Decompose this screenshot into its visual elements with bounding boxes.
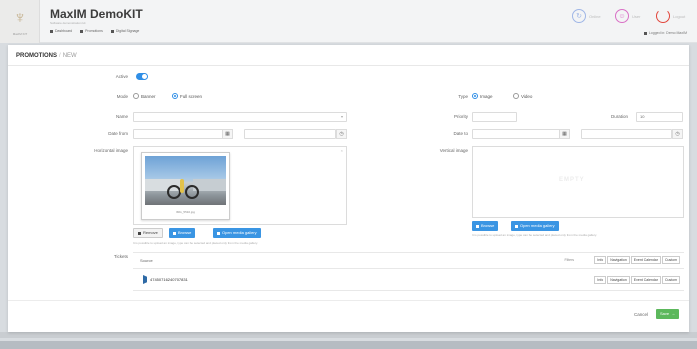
tickets-label: Tickets xyxy=(113,254,128,259)
user-icon: ☺ xyxy=(615,9,629,23)
sync-icon: ↻ xyxy=(572,9,586,23)
tickets-table: Source Filters Info Navigation Event Cal… xyxy=(133,252,684,292)
divider xyxy=(8,300,689,301)
ticket-icon xyxy=(143,275,147,284)
thumbnail-image xyxy=(145,156,226,205)
source-column-header: Source xyxy=(140,258,153,263)
logo[interactable]: ♆ MaxIM KIT xyxy=(0,0,40,43)
duration-input[interactable]: 10 xyxy=(636,112,683,122)
ticket-code: 47450716240707831 xyxy=(150,277,188,282)
browse-vertical-button[interactable]: Browse xyxy=(472,221,499,231)
nav-dashboard[interactable]: Dashboard xyxy=(50,29,72,33)
type-radio-video[interactable]: Video xyxy=(513,93,532,99)
browse-horizontal-button[interactable]: Browse xyxy=(169,228,196,238)
time-to-input[interactable] xyxy=(581,129,672,139)
background-streak xyxy=(0,332,697,338)
active-switch[interactable] xyxy=(136,73,148,80)
date-to-input[interactable] xyxy=(472,129,560,139)
promotions-icon xyxy=(80,29,84,33)
mode-radio-fullscreen[interactable]: Full screen xyxy=(172,93,202,99)
name-input[interactable]: ▾ xyxy=(133,112,347,122)
folder-icon xyxy=(476,224,479,228)
dropdown-icon: ▾ xyxy=(340,114,343,119)
row-filter-buttons: Info Navigation Event Calendar Custom xyxy=(594,276,680,284)
filter-event-calendar-button[interactable]: Event Calendar xyxy=(630,256,661,264)
empty-placeholder: EMPTY xyxy=(559,177,585,183)
vertical-image-dropzone[interactable]: EMPTY xyxy=(472,146,684,218)
user-button[interactable]: ☺ User xyxy=(615,9,640,23)
filter-custom-button[interactable]: Custom xyxy=(661,256,680,264)
date-from-label: Date from xyxy=(108,131,128,136)
logo-icon: ♆ xyxy=(13,8,27,27)
table-row[interactable]: 47450716240707831 Info Navigation Event … xyxy=(133,269,684,291)
dashboard-icon xyxy=(50,29,53,33)
logo-subtitle: MaxIM KIT xyxy=(12,32,28,36)
media-gallery-horizontal-button[interactable]: Open media gallery xyxy=(213,228,261,238)
vertical-image-label: Vertical image xyxy=(439,148,468,153)
breadcrumb-current: NEW xyxy=(62,53,77,59)
horizontal-image-dropzone[interactable]: × IMG_5510.jpg xyxy=(133,146,347,225)
promotion-form-panel: PROMOTIONS / NEW Active Mode Banner Full s… xyxy=(8,45,689,332)
user-info: Logged in: Demo MaxIM xyxy=(643,31,687,35)
duration-label: Duration xyxy=(610,114,628,119)
name-label: Name xyxy=(115,114,128,119)
breadcrumb: PROMOTIONS / NEW xyxy=(16,53,77,59)
app-title: MaxIM DemoKIT xyxy=(50,7,143,21)
calendar-icon[interactable]: ▦ xyxy=(559,129,570,139)
arrow-right-icon: → xyxy=(671,311,676,316)
signage-icon xyxy=(110,29,114,33)
clock-icon[interactable]: ◷ xyxy=(672,129,683,139)
time-from-input[interactable] xyxy=(244,129,336,139)
date-to-label: Date to xyxy=(453,131,468,136)
breadcrumb-root[interactable]: PROMOTIONS xyxy=(16,53,57,59)
mode-label: Mode xyxy=(116,94,128,99)
horizontal-image-thumbnail[interactable]: IMG_5510.jpg xyxy=(141,152,230,220)
row-navigation-button[interactable]: Navigation xyxy=(607,276,630,284)
thumbnail-caption: IMG_5510.jpg xyxy=(176,210,195,214)
row-custom-button[interactable]: Custom xyxy=(661,276,680,284)
online-button[interactable]: ↻ Online xyxy=(572,9,601,23)
mode-radio-banner[interactable]: Banner xyxy=(133,93,156,99)
power-icon xyxy=(656,9,670,23)
divider xyxy=(8,65,689,66)
background-streak xyxy=(0,341,697,349)
image-icon xyxy=(515,224,518,228)
nav-digital-signage[interactable]: Digital Signage xyxy=(110,29,139,33)
tickets-header-row: Source Filters Info Navigation Event Cal… xyxy=(133,253,684,269)
priority-label: Priority xyxy=(453,114,468,119)
row-event-calendar-button[interactable]: Event Calendar xyxy=(630,276,661,284)
save-button[interactable]: Save → xyxy=(656,309,680,319)
trash-icon xyxy=(138,231,141,235)
filter-info-button[interactable]: Info xyxy=(594,256,607,264)
clock-icon[interactable]: ◷ xyxy=(336,129,347,139)
active-label: Active xyxy=(115,74,128,79)
header-filter-buttons: Info Navigation Event Calendar Custom xyxy=(594,256,680,264)
image-icon xyxy=(217,231,220,235)
vertical-help-text: It is possible to upload an image, type … xyxy=(472,233,598,237)
app-header: ♆ MaxIM KIT MaxIM DemoKIT Software demon… xyxy=(0,0,697,43)
cancel-button[interactable]: Cancel xyxy=(634,312,648,317)
main-nav: Dashboard Promotions Digital Signage xyxy=(50,29,139,33)
folder-icon xyxy=(173,231,176,235)
user-small-icon xyxy=(643,31,647,35)
priority-input[interactable] xyxy=(472,112,517,122)
filter-navigation-button[interactable]: Navigation xyxy=(607,256,630,264)
media-gallery-vertical-button[interactable]: Open media gallery xyxy=(511,221,559,231)
close-icon[interactable]: × xyxy=(341,148,343,153)
date-from-input[interactable] xyxy=(133,129,223,139)
filters-label: Filters xyxy=(564,258,574,262)
nav-promotions[interactable]: Promotions xyxy=(80,29,103,33)
horizontal-image-label: Horizontal image xyxy=(94,148,128,153)
row-info-button[interactable]: Info xyxy=(594,276,607,284)
logout-button[interactable]: Logout xyxy=(656,9,685,23)
remove-button[interactable]: Remove xyxy=(133,228,163,238)
type-radio-image[interactable]: Image xyxy=(472,93,493,99)
app-subtitle: Software demonstration kit xyxy=(50,21,86,25)
calendar-icon[interactable]: ▦ xyxy=(222,129,233,139)
horizontal-help-text: It is possible to upload an image, type … xyxy=(133,241,259,245)
type-label: Type xyxy=(458,94,468,99)
